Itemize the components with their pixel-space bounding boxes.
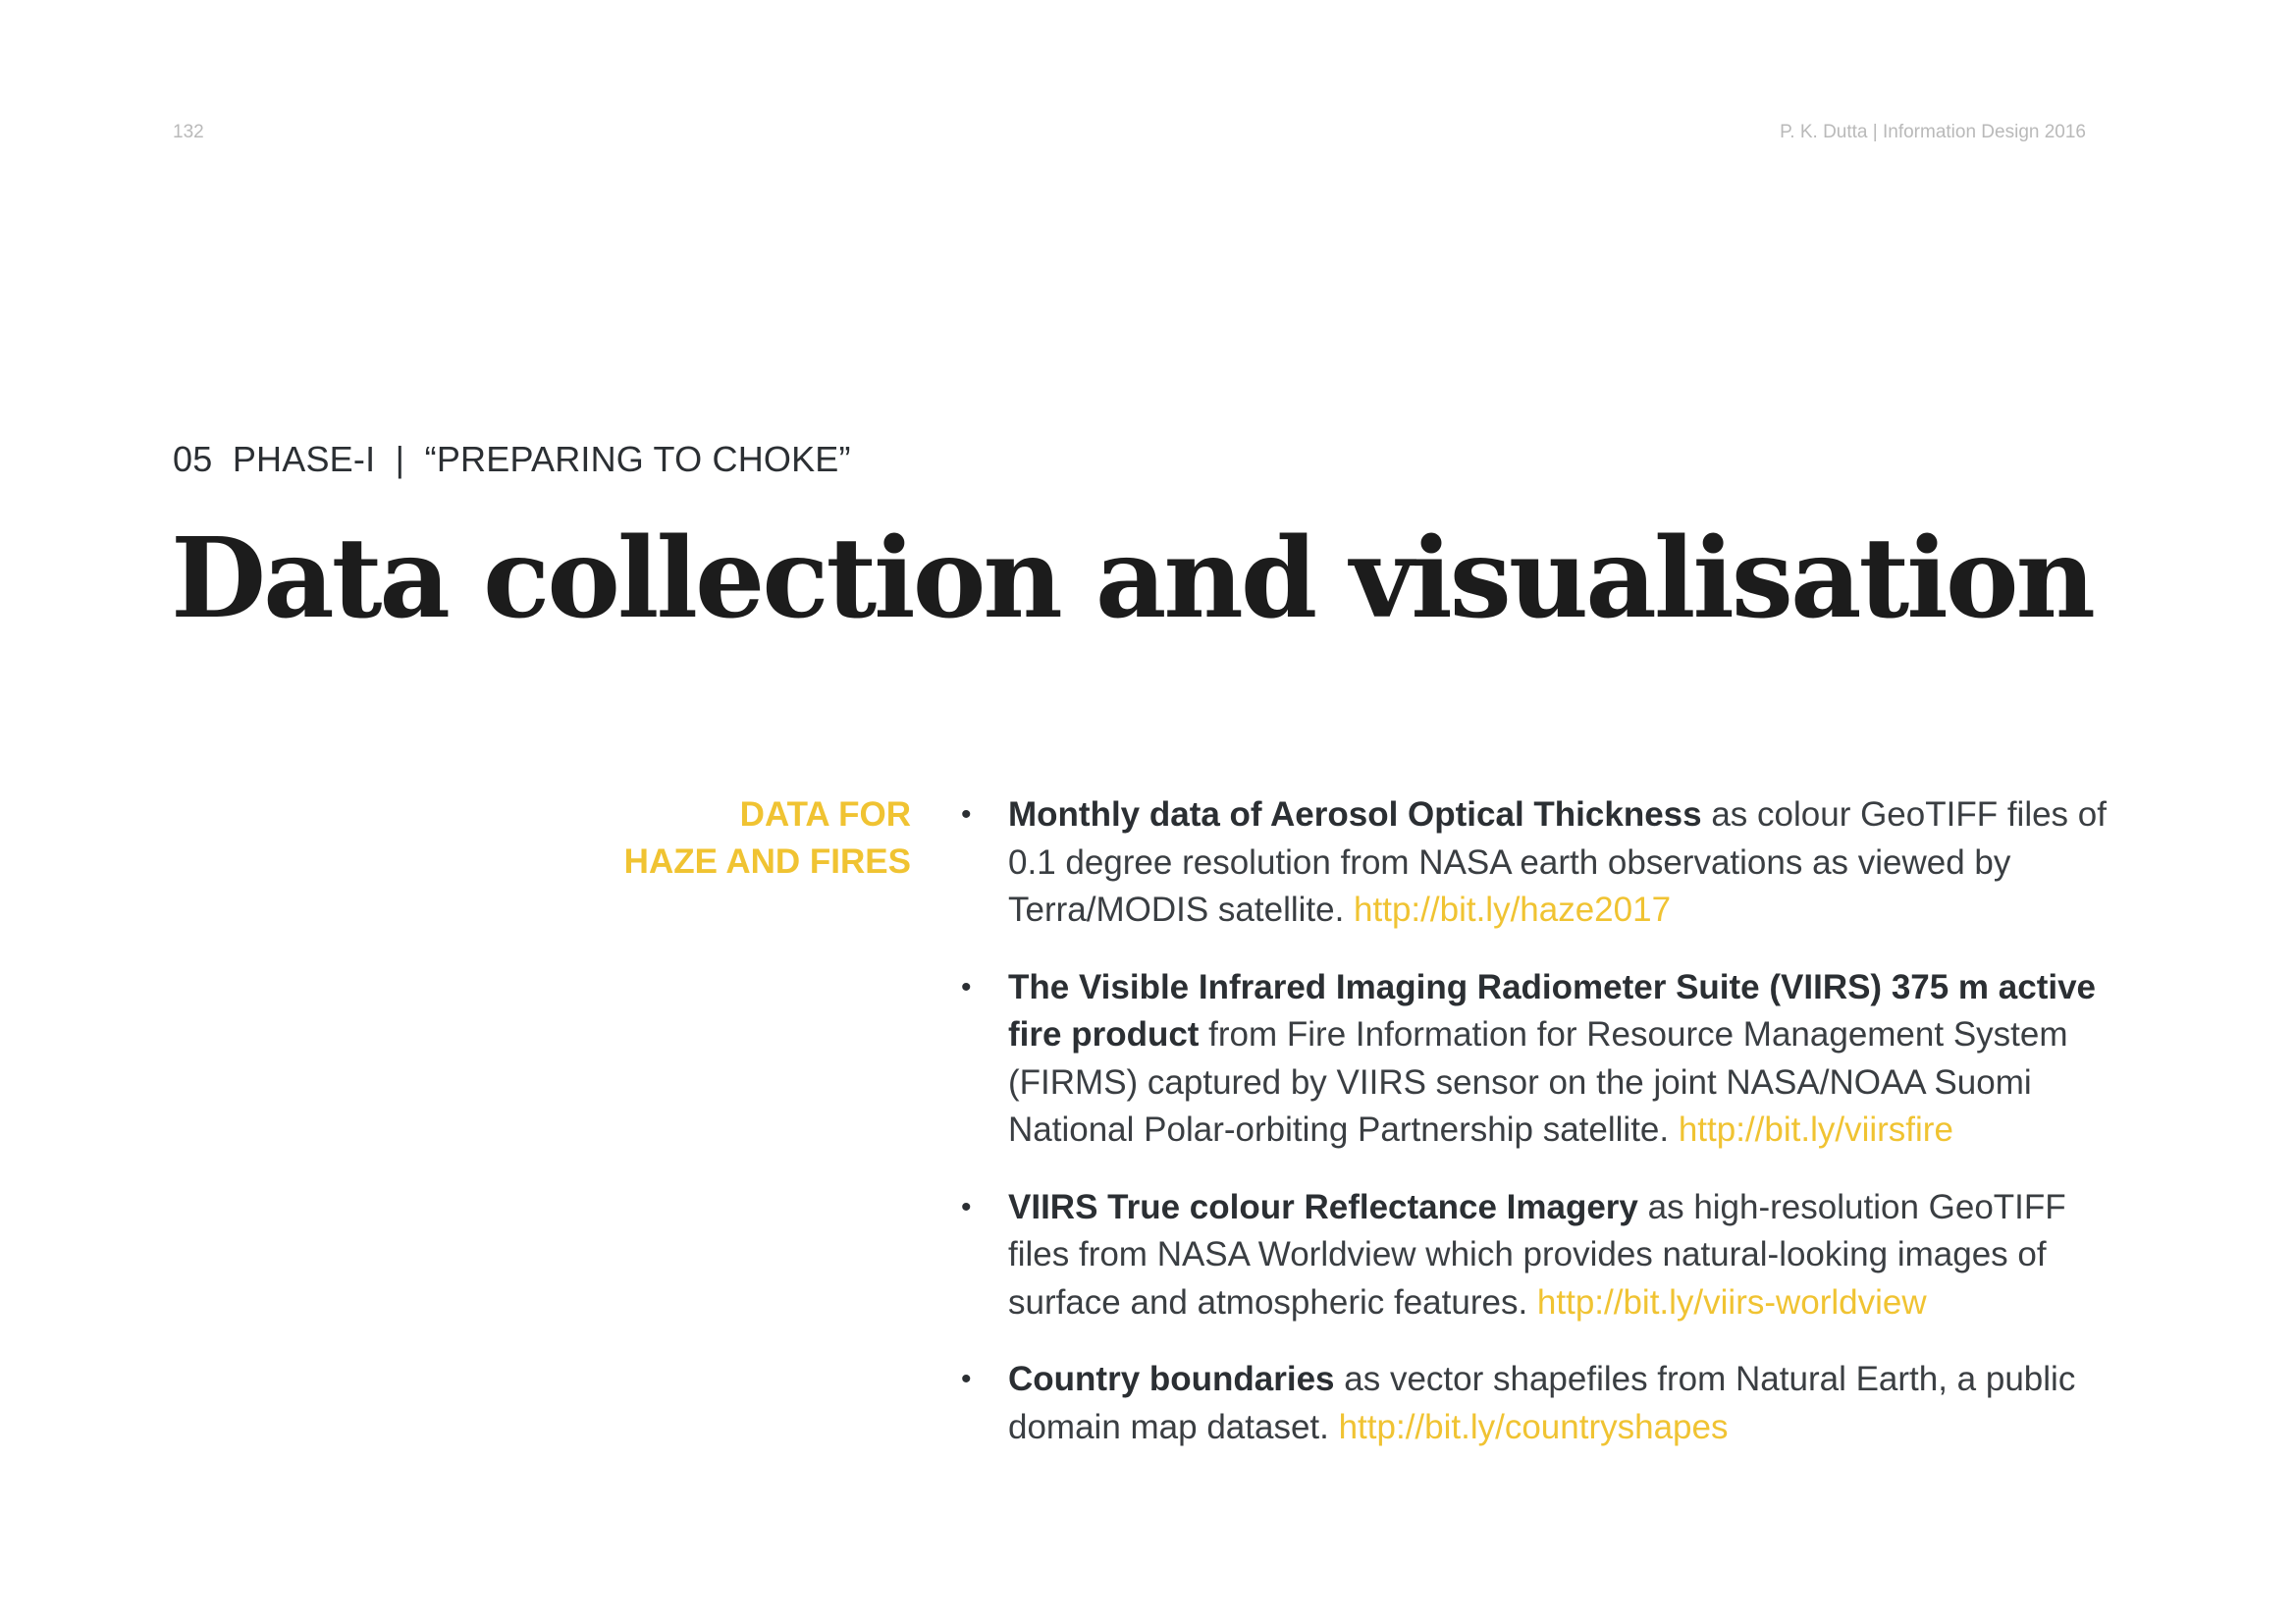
source-title: VIIRS True colour Reflectance Imagery (1008, 1187, 1638, 1226)
side-heading-line1: DATA FOR (739, 795, 911, 834)
source-link[interactable]: http://bit.ly/countryshapes (1339, 1408, 1729, 1446)
page-number: 132 (173, 122, 204, 142)
list-item: • The Visible Infrared Imaging Radiometer… (957, 964, 2115, 1155)
section-label: 05 PHASE-I | “PREPARING TO CHOKE” (173, 439, 851, 479)
running-head: P. K. Dutta | Information Design 2016 (1780, 122, 2086, 142)
side-heading: DATA FOR HAZE AND FIRES (518, 791, 911, 886)
bullet-icon: • (961, 798, 972, 831)
source-title: Monthly data of Aerosol Optical Thicknes… (1008, 795, 1702, 834)
data-sources-list: • Monthly data of Aerosol Optical Thickne… (957, 791, 2115, 1481)
source-link[interactable]: http://bit.ly/haze2017 (1354, 891, 1671, 929)
bullet-icon: • (961, 970, 972, 1003)
bullet-icon: • (961, 1363, 972, 1395)
page-title: Data collection and visualisation (171, 514, 2096, 643)
list-item: • VIIRS True colour Reflectance Imagery a… (957, 1184, 2115, 1327)
list-item: • Monthly data of Aerosol Optical Thickne… (957, 791, 2115, 935)
list-item: • Country boundaries as vector shapefiles… (957, 1356, 2115, 1451)
bullet-icon: • (961, 1190, 972, 1223)
source-title: Country boundaries (1008, 1360, 1335, 1398)
side-heading-line2: HAZE AND FIRES (623, 842, 911, 881)
source-link[interactable]: http://bit.ly/viirsfire (1679, 1110, 1953, 1149)
source-link[interactable]: http://bit.ly/viirs-worldview (1537, 1283, 1927, 1322)
